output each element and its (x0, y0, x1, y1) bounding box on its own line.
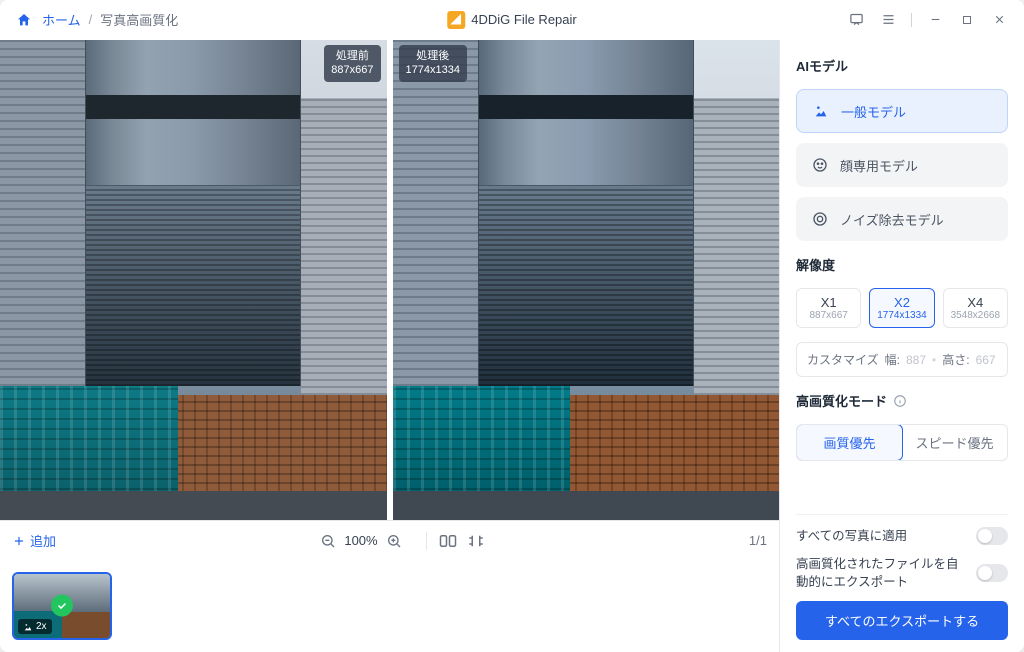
model-face-label: 顔専用モデル (840, 156, 918, 175)
menu-icon[interactable] (877, 9, 899, 31)
breadcrumb-home[interactable]: ホーム (42, 10, 81, 29)
side-by-side-view-button[interactable] (439, 533, 457, 549)
res-x1-dim: 887x667 (797, 310, 860, 321)
titlebar: ホーム / 写真高画質化 4DDiG File Repair (0, 0, 1024, 40)
apply-all-toggle[interactable] (976, 527, 1008, 545)
after-tag: 処理後 1774x1334 (399, 45, 467, 82)
breadcrumb-sep: / (89, 12, 93, 27)
thumbnail-item[interactable]: 2x (12, 572, 112, 640)
auto-export-toggle[interactable] (976, 564, 1008, 582)
mode-title-text: 高画質化モード (796, 391, 887, 410)
auto-export-label: 高画質化されたファイルを自動的にエクスポート (796, 555, 966, 591)
close-button[interactable] (988, 9, 1010, 31)
thumbnail-scale: 2x (36, 621, 47, 632)
mode-quality[interactable]: 画質優先 (796, 424, 903, 461)
before-label: 処理前 (331, 49, 373, 63)
resolution-x1[interactable]: X1 887x667 (796, 288, 861, 328)
width-value: 887 (906, 353, 926, 367)
image-toolbar: 追加 100% (0, 520, 779, 560)
res-x1-label: X1 (797, 295, 860, 310)
settings-panel: AIモデル 一般モデル 顔専用モデル (780, 40, 1024, 652)
export-all-button[interactable]: すべてのエクスポートする (796, 601, 1008, 640)
width-label: 幅: (885, 351, 900, 368)
zoom-out-button[interactable] (320, 533, 336, 549)
feedback-icon[interactable] (845, 9, 867, 31)
breadcrumb: ホーム / 写真高画質化 (14, 10, 178, 30)
zoom-in-button[interactable] (386, 533, 402, 549)
minimize-button[interactable] (924, 9, 946, 31)
before-tag: 処理前 887x667 (324, 45, 380, 82)
res-x4-label: X4 (944, 295, 1007, 310)
image-icon (811, 101, 831, 121)
model-denoise-label: ノイズ除去モデル (840, 210, 944, 229)
image-before-pane[interactable]: 処理前 887x667 (0, 40, 387, 520)
app-logo-icon (447, 11, 465, 29)
thumbnail-strip: 2x (0, 560, 779, 652)
toolbar-separator (426, 532, 427, 550)
model-denoise[interactable]: ノイズ除去モデル (796, 197, 1008, 241)
app-window: ホーム / 写真高画質化 4DDiG File Repair (0, 0, 1024, 652)
resolution-x2[interactable]: X2 1774x1334 (869, 288, 934, 328)
app-title-text: 4DDiG File Repair (471, 12, 576, 27)
mode-title: 高画質化モード (796, 391, 1008, 410)
model-general[interactable]: 一般モデル (796, 89, 1008, 133)
height-label: 高さ: (942, 351, 969, 368)
add-button[interactable]: 追加 (12, 531, 56, 550)
image-compare: 処理前 887x667 処理後 1774x133 (0, 40, 779, 520)
add-label: 追加 (30, 531, 56, 550)
apply-all-label: すべての写真に適用 (796, 527, 907, 545)
face-icon (810, 155, 830, 175)
after-dim: 1774x1334 (406, 63, 460, 77)
model-general-label: 一般モデル (841, 102, 906, 121)
page-indicator: 1/1 (749, 533, 767, 548)
denoise-icon (810, 209, 830, 229)
maximize-button[interactable] (956, 9, 978, 31)
app-title: 4DDiG File Repair (447, 11, 576, 29)
res-x4-dim: 3548x2668 (944, 310, 1007, 321)
ai-model-title: AIモデル (796, 56, 1008, 75)
customize-label: カスタマイズ (807, 351, 879, 368)
after-label: 処理後 (406, 49, 460, 63)
thumbnail-badge: 2x (18, 619, 52, 634)
home-icon[interactable] (14, 10, 34, 30)
titlebar-separator (911, 13, 912, 27)
info-icon[interactable] (893, 394, 907, 408)
height-value: 667 (976, 353, 996, 367)
mode-speed[interactable]: スピード優先 (902, 425, 1007, 460)
res-x2-label: X2 (870, 295, 933, 310)
breadcrumb-current: 写真高画質化 (100, 10, 178, 29)
resolution-customize[interactable]: カスタマイズ 幅: 887 • 高さ: 667 (796, 342, 1008, 377)
model-face[interactable]: 顔専用モデル (796, 143, 1008, 187)
split-view-button[interactable] (467, 533, 485, 549)
resolution-x4[interactable]: X4 3548x2668 (943, 288, 1008, 328)
check-icon (51, 595, 73, 617)
zoom-value: 100% (344, 533, 377, 548)
before-dim: 887x667 (331, 63, 373, 77)
image-after-pane[interactable]: 処理後 1774x1334 (393, 40, 780, 520)
res-x2-dim: 1774x1334 (870, 310, 933, 321)
resolution-title: 解像度 (796, 255, 1008, 274)
